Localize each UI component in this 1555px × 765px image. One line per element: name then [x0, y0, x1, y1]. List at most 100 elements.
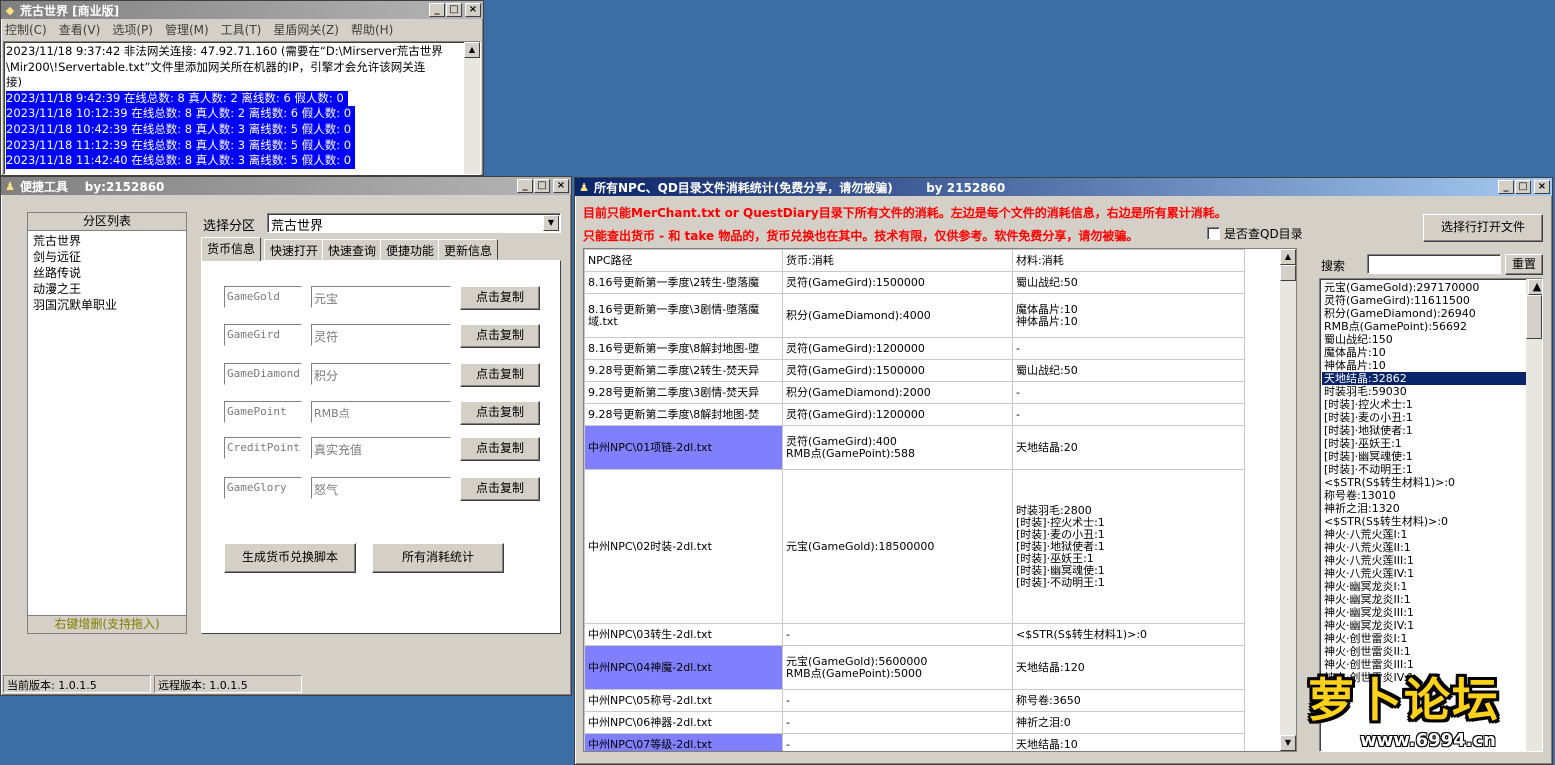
chevron-down-icon[interactable]: ▼ [543, 215, 559, 231]
table-row[interactable]: 中州NPC\01项链-2dl.txt 灵符(GameGird):400 RMB点… [584, 425, 1245, 470]
stats-grid[interactable]: NPC路径 货币:消耗 材料:消耗 8.16号更新第一季度\2转生-堕落魔 灵符… [583, 248, 1297, 752]
tab-quick-open[interactable]: 快速打开 [264, 239, 325, 260]
total-item[interactable]: [时装]·幽冥魂使:1 [1322, 450, 1542, 463]
total-item[interactable]: 神火·八荒火莲IV:1 [1322, 567, 1542, 580]
total-item[interactable]: <$STR(S$转生材料1)>:0 [1322, 476, 1542, 489]
grid-vscrollbar[interactable]: ▲ ▼ [1280, 249, 1296, 751]
table-row[interactable]: 8.16号更新第一季度\3剧情-堕落魔 域.txt 积分(GameDiamond… [584, 293, 1245, 338]
table-row[interactable]: 9.28号更新第二季度\2转生-焚天异 灵符(GameGird):1500000… [584, 359, 1245, 382]
copy-button[interactable]: 点击复制 [460, 477, 540, 501]
menu-control[interactable]: 控制(C) [5, 21, 47, 38]
menu-manage[interactable]: 管理(M) [165, 21, 209, 38]
scroll-down-icon[interactable]: ▼ [1280, 735, 1296, 751]
total-item[interactable]: 神火·创世雷炎I:1 [1322, 632, 1542, 645]
total-item[interactable]: 魔体晶片:10 [1322, 346, 1542, 359]
minimize-button[interactable]: _ [1498, 180, 1514, 194]
copy-button[interactable]: 点击复制 [460, 324, 540, 348]
total-item[interactable]: <$STR(S$转生材料)>:0 [1322, 515, 1542, 528]
close-button[interactable]: × [465, 3, 481, 17]
close-button[interactable]: × [553, 179, 569, 193]
table-row[interactable]: 8.16号更新第一季度\2转生-堕落魔 灵符(GameGird):1500000… [584, 271, 1245, 294]
menu-options[interactable]: 选项(P) [112, 21, 153, 38]
total-item[interactable]: 积分(GameDiamond):26940 [1322, 307, 1542, 320]
total-item[interactable]: 元宝(GameGold):297170000 [1322, 281, 1542, 294]
currency-name-field[interactable]: 积分 [311, 363, 451, 385]
tab-utilities[interactable]: 便捷功能 [380, 239, 441, 260]
table-row[interactable]: 中州NPC\05称号-2dl.txt - 称号卷:3650 [584, 689, 1245, 712]
total-item[interactable]: 神火·幽冥龙炎III:1 [1322, 606, 1542, 619]
total-item[interactable]: 神火·创世雷炎III:1 [1322, 658, 1542, 671]
total-item[interactable]: 神体晶片:10 [1322, 359, 1542, 372]
currency-name-field[interactable]: 灵符 [311, 324, 451, 346]
total-item[interactable]: 天地结晶:32862 [1322, 372, 1542, 385]
scroll-up-icon[interactable]: ▲ [1280, 249, 1296, 265]
maximize-button[interactable]: □ [446, 3, 462, 17]
partition-item[interactable]: 荒古世界 [33, 233, 181, 249]
menu-help[interactable]: 帮助(H) [351, 21, 393, 38]
table-row[interactable]: 中州NPC\02时装-2dl.txt 元宝(GameGold):18500000… [584, 469, 1245, 624]
copy-button[interactable]: 点击复制 [460, 363, 540, 387]
column-header[interactable]: 货币:消耗 [782, 249, 1013, 272]
total-item[interactable]: 神火·幽冥龙炎II:1 [1322, 593, 1542, 606]
total-item[interactable]: 神火·八荒火莲III:1 [1322, 554, 1542, 567]
copy-button[interactable]: 点击复制 [460, 437, 540, 461]
currency-code-field[interactable]: GameGird [224, 324, 302, 346]
total-item[interactable]: 称号卷:13010 [1322, 489, 1542, 502]
log-scrollbar[interactable]: ▲ [464, 42, 480, 174]
maximize-button[interactable]: □ [534, 179, 550, 193]
column-header[interactable]: NPC路径 [584, 249, 783, 272]
menu-gateway[interactable]: 星盾网关(Z) [273, 21, 339, 38]
copy-button[interactable]: 点击复制 [460, 286, 540, 310]
maximize-button[interactable]: □ [1515, 180, 1531, 194]
table-row[interactable]: 中州NPC\07等级-2dl.txt - 天地结晶:10 [584, 733, 1245, 751]
partition-select[interactable]: 荒古世界 ▼ [267, 213, 561, 234]
currency-code-field[interactable]: GameDiamond [224, 363, 302, 385]
menu-tools[interactable]: 工具(T) [221, 21, 262, 38]
table-row[interactable]: 9.28号更新第二季度\3剧情-焚天异 积分(GameDiamond):2000… [584, 381, 1245, 404]
currency-name-field[interactable]: RMB点 [311, 401, 451, 423]
generate-exchange-script-button[interactable]: 生成货币兑换脚本 [224, 543, 356, 573]
minimize-button[interactable]: _ [517, 179, 533, 193]
currency-code-field[interactable]: GameGold [224, 286, 302, 308]
tab-currency[interactable]: 货币信息 [201, 237, 262, 261]
currency-name-field[interactable]: 元宝 [311, 286, 451, 308]
total-item[interactable]: [时装]·不动明王:1 [1322, 463, 1542, 476]
tab-update-info[interactable]: 更新信息 [438, 239, 499, 260]
search-input[interactable] [1367, 254, 1501, 274]
server-log[interactable]: 2023/11/18 9:37:42 非法网关连接: 47.92.71.160 … [3, 41, 481, 175]
column-header[interactable]: 材料:消耗 [1012, 249, 1245, 272]
total-item[interactable]: 神祈之泪:1320 [1322, 502, 1542, 515]
all-consumption-stats-button[interactable]: 所有消耗统计 [372, 543, 504, 573]
table-row[interactable]: 9.28号更新第二季度\8解封地图-焚 灵符(GameGird):1200000… [584, 403, 1245, 426]
scroll-up-icon[interactable]: ▲ [1528, 279, 1542, 295]
reset-button[interactable]: 重置 [1505, 254, 1543, 275]
minimize-button[interactable]: _ [429, 3, 445, 17]
total-item[interactable]: [时装]·巫妖王:1 [1322, 437, 1542, 450]
total-item[interactable]: [时装]·控火术士:1 [1322, 398, 1542, 411]
scroll-up-icon[interactable]: ▲ [464, 42, 480, 58]
total-item[interactable]: 神火·八荒火莲I:1 [1322, 528, 1542, 541]
total-item[interactable]: 神火·创世雷炎II:1 [1322, 645, 1542, 658]
partition-item[interactable]: 丝路传说 [33, 265, 181, 281]
open-selected-file-button[interactable]: 选择行打开文件 [1423, 214, 1543, 242]
total-item[interactable]: 神火·幽冥龙炎IV:1 [1322, 619, 1542, 632]
copy-button[interactable]: 点击复制 [460, 401, 540, 425]
total-item[interactable]: 灵符(GameGird):11611500 [1322, 294, 1542, 307]
scroll-thumb[interactable] [1526, 295, 1542, 339]
qd-checkbox-wrap[interactable]: 是否查QD目录 [1207, 225, 1303, 242]
total-item[interactable]: 时装羽毛:59030 [1322, 385, 1542, 398]
table-row[interactable]: 中州NPC\04神魔-2dl.txt 元宝(GameGold):5600000 … [584, 645, 1245, 690]
tab-quick-query[interactable]: 快速查询 [322, 239, 383, 260]
currency-code-field[interactable]: GameGlory [224, 477, 302, 499]
currency-code-field[interactable]: GamePoint [224, 401, 302, 423]
stats-title-bar[interactable]: ♟ 所有NPC、QD目录文件消耗统计(免费分享，请勿被骗) by 2152860… [575, 178, 1552, 196]
table-row[interactable]: 中州NPC\06神器-2dl.txt - 神祈之泪:0 [584, 711, 1245, 734]
total-item[interactable]: 神火·八荒火莲II:1 [1322, 541, 1542, 554]
qd-checkbox[interactable] [1207, 227, 1220, 240]
currency-name-field[interactable]: 怒气 [311, 477, 451, 499]
menu-view[interactable]: 查看(V) [59, 21, 101, 38]
total-item[interactable]: [时装]·麦の小丑:1 [1322, 411, 1542, 424]
total-item[interactable]: 蜀山战纪:150 [1322, 333, 1542, 346]
table-row[interactable]: 8.16号更新第一季度\8解封地图-堕 灵符(GameGird):1200000… [584, 337, 1245, 360]
main-title-bar[interactable]: ◆ 荒古世界 [商业版] _ □ × [1, 1, 483, 19]
